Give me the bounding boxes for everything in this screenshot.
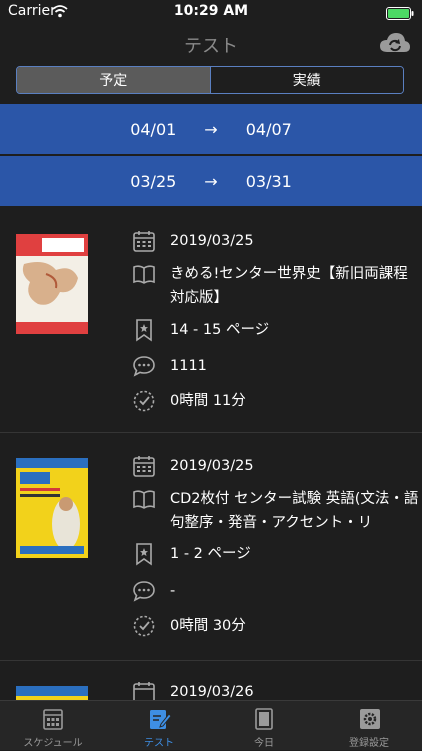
- book-icon: [133, 490, 155, 509]
- clock: 10:29 AM: [173, 3, 249, 19]
- tab-settings[interactable]: 登録設定: [316, 701, 422, 751]
- week-end: 03/31: [245, 171, 292, 191]
- tab-label: 今日: [254, 738, 274, 749]
- segment-planned[interactable]: 予定: [17, 67, 210, 93]
- timer-icon: [133, 615, 155, 637]
- date-row: 2019/03/25: [132, 454, 420, 478]
- arrow-icon: →: [204, 171, 218, 191]
- title-row: CD2枚付 センター試験 英語(文法・語句整序・発音・アクセント・リ: [132, 487, 420, 535]
- tab-label: 登録設定: [349, 738, 389, 749]
- tab-today[interactable]: 今日: [211, 701, 317, 751]
- record-date: 2019/03/26: [170, 684, 254, 700]
- book-icon: [255, 708, 273, 730]
- duration-row: 0時間 30分: [132, 614, 420, 638]
- study-duration: 0時間 11分: [170, 393, 246, 409]
- arrow-icon: →: [204, 119, 218, 139]
- comment-row: 1111: [132, 354, 420, 378]
- tab-label: テスト: [144, 738, 174, 749]
- page-range: 1 - 2 ページ: [170, 546, 251, 562]
- tab-test[interactable]: テスト: [106, 701, 212, 751]
- book-cover-image: [16, 458, 88, 562]
- bookmark-icon: [136, 319, 152, 342]
- title-row: きめる!センター世界史【新旧両課程対応版】: [132, 262, 420, 310]
- mode-segmented-control: 予定 実績: [16, 66, 404, 94]
- calendar-icon: [133, 456, 155, 477]
- week-range-row[interactable]: 04/01 → 04/07: [0, 104, 422, 154]
- week-start: 03/25: [130, 171, 177, 191]
- date-row: 2019/03/25: [132, 229, 420, 253]
- tab-label: スケジュール: [23, 738, 83, 749]
- study-duration: 0時間 30分: [170, 618, 246, 634]
- edit-icon: [150, 710, 171, 729]
- week-start: 04/01: [130, 119, 177, 139]
- comment-icon: [133, 581, 155, 602]
- date-row: 2019/03/26: [132, 680, 420, 700]
- book-title: CD2枚付 センター試験 英語(文法・語句整序・発音・アクセント・リ: [170, 491, 419, 531]
- record-date: 2019/03/25: [170, 458, 254, 474]
- timer-icon: [133, 390, 155, 412]
- duration-row: 0時間 11分: [132, 389, 420, 413]
- calendar-icon: [133, 231, 155, 252]
- gear-icon: [360, 709, 380, 729]
- tab-bar: スケジュール テスト 今日 登録設定: [0, 700, 422, 750]
- week-end: 04/07: [245, 119, 292, 139]
- bookmark-icon: [136, 543, 152, 566]
- battery-icon: [386, 5, 414, 24]
- book-icon: [133, 265, 155, 284]
- comment-row: -: [132, 579, 420, 603]
- comment-text: -: [170, 583, 176, 599]
- page-range: 14 - 15 ページ: [170, 322, 270, 338]
- record-date: 2019/03/25: [170, 233, 254, 249]
- calendar-icon: [43, 709, 63, 730]
- comment-icon: [133, 356, 155, 377]
- segment-actual[interactable]: 実績: [209, 67, 403, 93]
- study-record[interactable]: 2019/03/26: [0, 660, 422, 700]
- comment-text: 1111: [170, 358, 207, 374]
- week-range-row[interactable]: 03/25 → 03/31: [0, 156, 422, 206]
- book-title: きめる!センター世界史【新旧両課程対応版】: [170, 266, 408, 306]
- cloud-sync-icon[interactable]: [378, 30, 412, 60]
- book-cover-image: [16, 686, 88, 700]
- status-bar: Carrier 10:29 AM: [0, 0, 422, 24]
- tab-schedule[interactable]: スケジュール: [0, 701, 106, 751]
- calendar-icon: [133, 682, 155, 700]
- book-cover-image: [16, 234, 88, 338]
- pages-row: 1 - 2 ページ: [132, 542, 420, 566]
- pages-row: 14 - 15 ページ: [132, 318, 420, 342]
- divider: [0, 432, 422, 433]
- page-title: テスト: [184, 36, 238, 57]
